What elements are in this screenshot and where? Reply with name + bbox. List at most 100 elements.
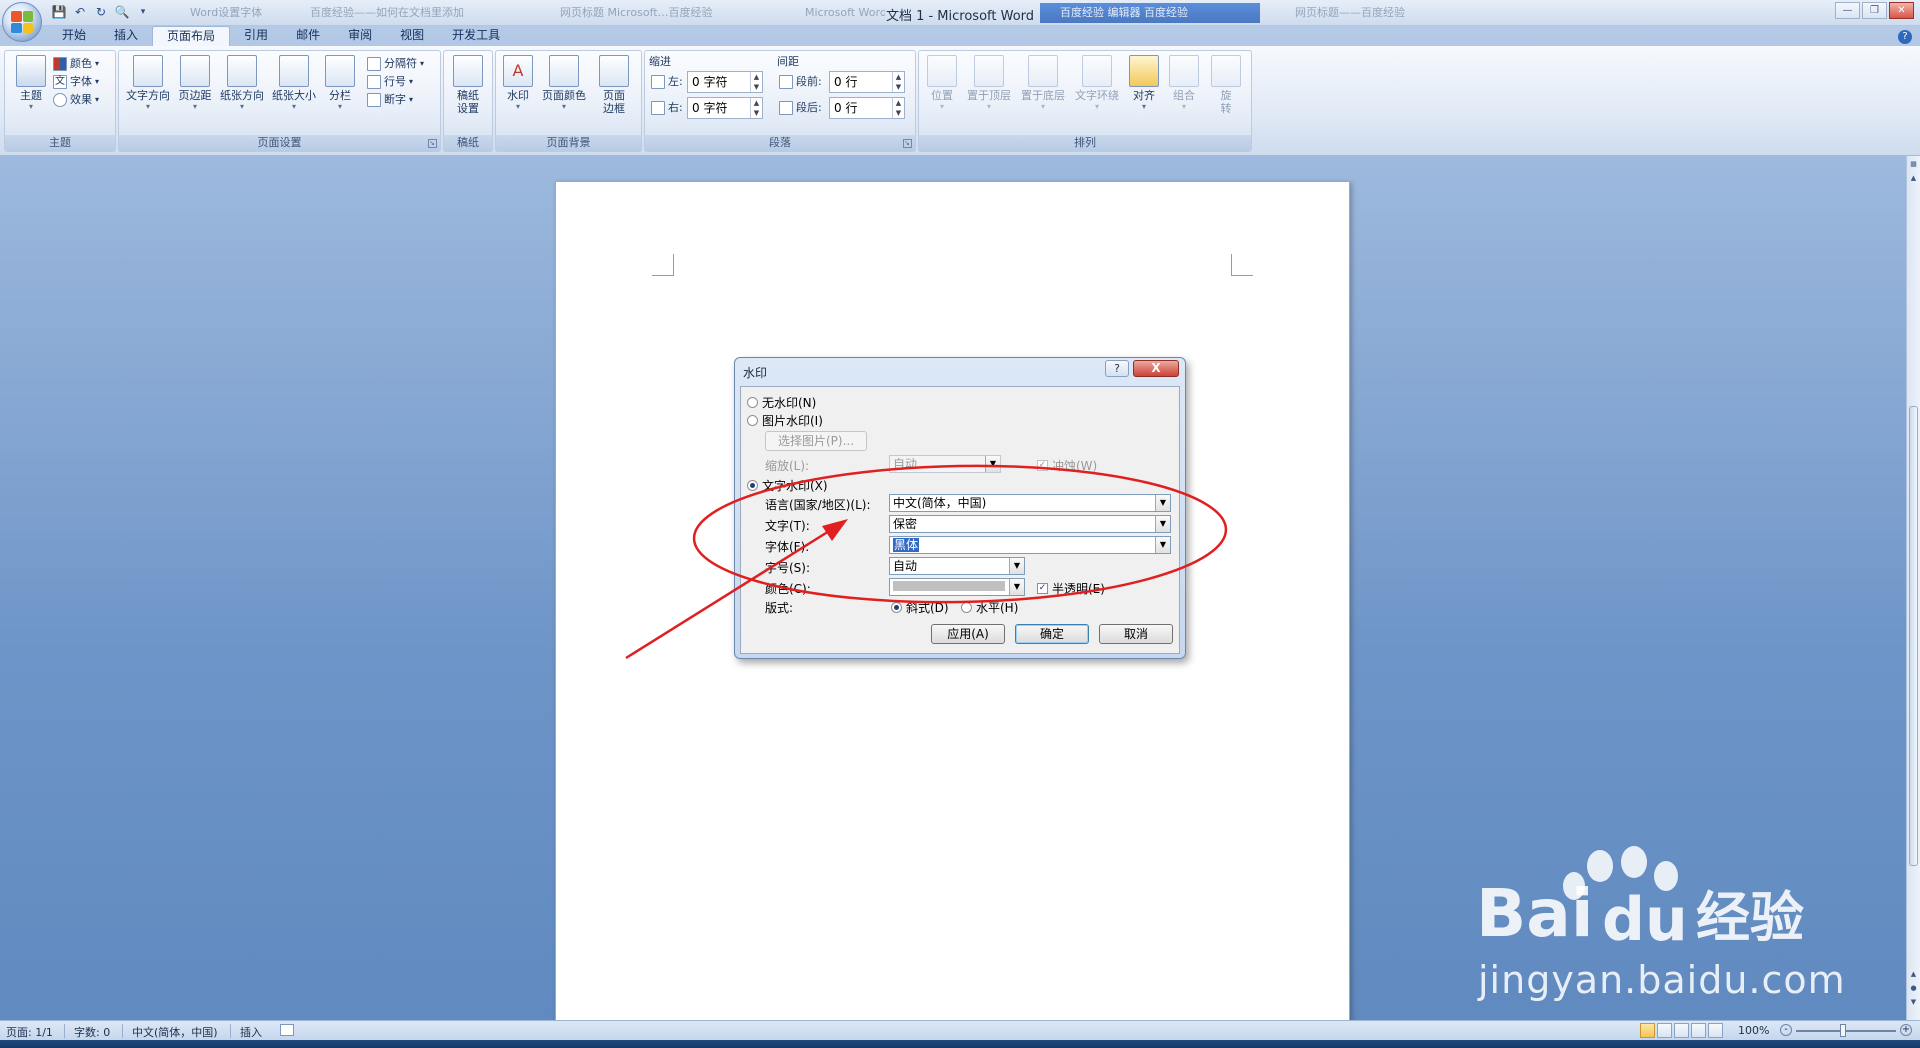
text-watermark-radio[interactable]: 文字水印(X) — [747, 477, 828, 493]
paragraph-launcher-icon[interactable]: ↘ — [903, 139, 912, 148]
page-setup-launcher-icon[interactable]: ↘ — [428, 139, 437, 148]
text-direction-button[interactable]: 文字方向 ▾ — [123, 55, 173, 111]
office-button[interactable] — [2, 2, 42, 42]
status-page[interactable]: 页面: 1/1 — [6, 1024, 53, 1040]
scale-combo[interactable]: 自动 ▼ — [889, 455, 1001, 473]
dialog-close-icon[interactable]: X — [1133, 360, 1179, 377]
dropdown-arrow-icon[interactable]: ▼ — [1155, 516, 1170, 532]
help-icon[interactable]: ? — [1898, 30, 1912, 44]
print-layout-view-icon[interactable] — [1640, 1023, 1655, 1038]
zoom-level[interactable]: 100% — [1738, 1024, 1769, 1037]
ok-button[interactable]: 确定 — [1015, 624, 1089, 644]
theme-effects-button[interactable]: 效果 ▾ — [53, 91, 99, 109]
dropdown-arrow-icon[interactable]: ▼ — [1009, 558, 1024, 574]
theme-colors-button[interactable]: 颜色 ▾ — [53, 55, 99, 73]
text-combo[interactable]: 保密 ▼ — [889, 515, 1171, 533]
align-button[interactable]: 对齐 ▾ — [1127, 55, 1161, 111]
baidu-brand-text: Bai — [1476, 875, 1593, 952]
watermark-button[interactable]: A 水印 ▾ — [502, 55, 534, 111]
tab-insert[interactable]: 插入 — [100, 26, 152, 46]
no-watermark-radio[interactable]: 无水印(N) — [747, 394, 816, 410]
zoom-slider-track[interactable] — [1796, 1030, 1896, 1032]
scrollbar-thumb[interactable] — [1909, 406, 1918, 866]
dialog-help-icon[interactable]: ? — [1105, 360, 1129, 377]
spacing-before-spinner[interactable]: 0 行 ▲ ▼ — [829, 71, 905, 93]
theme-effects-icon — [53, 93, 67, 107]
diagonal-radio[interactable]: 斜式(D) — [891, 599, 949, 615]
draft-view-icon[interactable] — [1708, 1023, 1723, 1038]
scroll-up-icon[interactable]: ▲ — [1908, 172, 1919, 184]
horizontal-radio[interactable]: 水平(H) — [961, 599, 1018, 615]
text-wrapping-button[interactable]: 文字环绕 ▾ — [1071, 55, 1123, 111]
page-color-button[interactable]: 页面颜色 ▾ — [538, 55, 590, 111]
tab-view[interactable]: 视图 — [386, 26, 438, 46]
picture-watermark-radio[interactable]: 图片水印(I) — [747, 412, 823, 428]
send-to-back-button[interactable]: 置于底层 ▾ — [1017, 55, 1069, 111]
dropdown-arrow-icon[interactable]: ▼ — [1009, 579, 1024, 595]
previous-page-icon[interactable]: ▲ — [1908, 968, 1919, 980]
spacing-after-text: 段后: — [796, 101, 822, 114]
tab-page-layout[interactable]: 页面布局 — [152, 26, 231, 47]
themes-button[interactable]: 主题 ▾ — [11, 55, 51, 111]
vertical-scrollbar[interactable]: ▦ ▲ ▲ ● ▼ — [1906, 156, 1920, 1020]
theme-fonts-button[interactable]: 文 字体 ▾ — [53, 73, 99, 91]
language-combo[interactable]: 中文(简体，中国) ▼ — [889, 494, 1171, 512]
indent-right-spinner[interactable]: 0 字符 ▲ ▼ — [687, 97, 763, 119]
rotate-button[interactable]: 旋 转 — [1209, 55, 1243, 115]
breaks-button[interactable]: 分隔符 ▾ — [367, 55, 424, 73]
draft-settings-button[interactable]: 稿纸 设置 — [450, 55, 486, 115]
zoom-out-icon[interactable]: - — [1780, 1024, 1792, 1036]
breaks-icon — [367, 57, 381, 71]
group-objects-button[interactable]: 组合 ▾ — [1167, 55, 1201, 111]
tab-mailings[interactable]: 邮件 — [282, 26, 334, 46]
ruler-toggle-icon[interactable]: ▦ — [1908, 158, 1919, 170]
minimize-icon[interactable]: — — [1835, 2, 1860, 19]
page-size-button[interactable]: 纸张大小 ▾ — [269, 55, 319, 111]
restore-icon[interactable]: ❐ — [1862, 2, 1887, 19]
hyphenation-button[interactable]: 断字 ▾ — [367, 91, 413, 109]
close-window-icon[interactable]: ✕ — [1889, 2, 1914, 19]
dropdown-arrow-icon[interactable]: ▼ — [1155, 495, 1170, 511]
zoom-slider-thumb[interactable] — [1840, 1024, 1846, 1037]
tab-home[interactable]: 开始 — [48, 26, 100, 46]
tab-references[interactable]: 引用 — [230, 26, 282, 46]
margins-button[interactable]: 页边距 ▾ — [175, 55, 215, 111]
outline-view-icon[interactable] — [1691, 1023, 1706, 1038]
washout-checkbox[interactable]: ✓ 冲蚀(W) — [1037, 457, 1097, 473]
select-picture-button[interactable]: 选择图片(P)... — [765, 431, 867, 451]
cancel-button[interactable]: 取消 — [1099, 624, 1173, 644]
spinner-arrows-icon[interactable]: ▲ ▼ — [892, 98, 904, 118]
font-combo[interactable]: 黑体 ▼ — [889, 536, 1171, 554]
theme-colors-icon — [53, 57, 67, 71]
spinner-arrows-icon[interactable]: ▲ ▼ — [750, 98, 762, 118]
status-mode[interactable]: 插入 — [240, 1024, 262, 1040]
spacing-after-spinner[interactable]: 0 行 ▲ ▼ — [829, 97, 905, 119]
apply-button[interactable]: 应用(A) — [931, 624, 1005, 644]
web-layout-view-icon[interactable] — [1674, 1023, 1689, 1038]
page-borders-button[interactable]: 页面 边框 — [596, 55, 632, 115]
orientation-button[interactable]: 纸张方向 ▾ — [217, 55, 267, 111]
status-words[interactable]: 字数: 0 — [74, 1024, 110, 1040]
full-screen-reading-view-icon[interactable] — [1657, 1023, 1672, 1038]
status-language[interactable]: 中文(简体，中国) — [132, 1024, 218, 1040]
position-button[interactable]: 位置 ▾ — [925, 55, 959, 111]
tab-developer[interactable]: 开发工具 — [438, 26, 514, 46]
columns-button[interactable]: 分栏 ▾ — [323, 55, 357, 111]
next-page-icon[interactable]: ▼ — [1908, 996, 1919, 1008]
tab-review[interactable]: 审阅 — [334, 26, 386, 46]
dropdown-arrow-icon[interactable]: ▼ — [1155, 537, 1170, 553]
dropdown-arrow-icon[interactable]: ▼ — [985, 456, 1000, 472]
bring-to-front-button[interactable]: 置于顶层 ▾ — [963, 55, 1015, 111]
zoom-in-icon[interactable]: + — [1900, 1024, 1912, 1036]
line-numbers-button[interactable]: 行号 ▾ — [367, 73, 413, 91]
macro-record-icon[interactable] — [280, 1024, 294, 1036]
spacing-before-icon — [779, 75, 793, 89]
spinner-arrows-icon[interactable]: ▲ ▼ — [750, 72, 762, 92]
browse-object-icon[interactable]: ● — [1908, 982, 1919, 994]
semitransparent-checkbox[interactable]: ✓ 半透明(E) — [1037, 580, 1105, 596]
draft-settings-label: 稿纸 — [457, 89, 479, 102]
color-combo[interactable]: ▼ — [889, 578, 1025, 596]
size-combo[interactable]: 自动 ▼ — [889, 557, 1025, 575]
spinner-arrows-icon[interactable]: ▲ ▼ — [892, 72, 904, 92]
indent-left-spinner[interactable]: 0 字符 ▲ ▼ — [687, 71, 763, 93]
